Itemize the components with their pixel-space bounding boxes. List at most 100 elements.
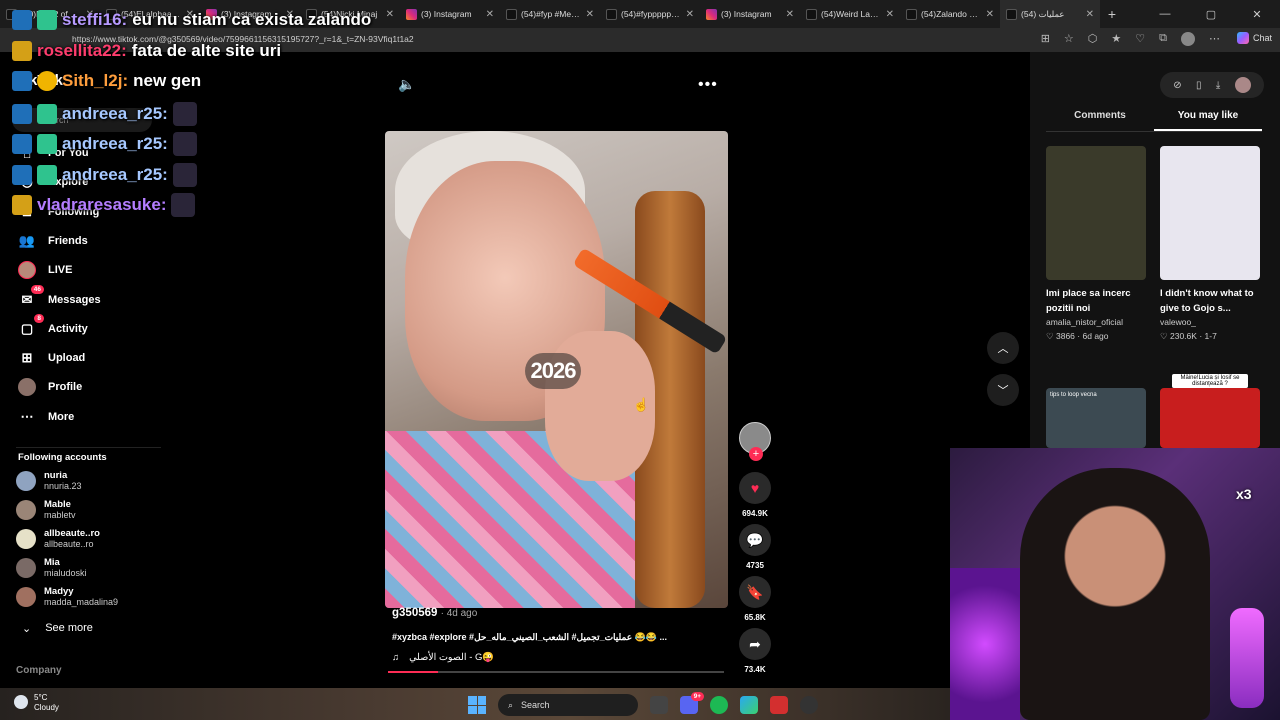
video-progress-bar[interactable] [388,671,724,673]
app-icon[interactable] [770,696,788,714]
card-caption: Mâine!Lucia și Iosif se distanțează ? [1172,374,1248,388]
maximize-icon[interactable]: ▢ [1188,0,1234,28]
tab-close-icon[interactable]: ✕ [386,9,394,20]
recommended-card[interactable]: Imi place sa incerc pozitii noi amalia_n… [1046,146,1146,342]
sidebar-item-activity[interactable]: ▢ 8 Activity [18,313,88,338]
share-icon[interactable]: ➦ [739,628,771,660]
tab-close-icon[interactable]: ✕ [486,9,494,20]
previous-video-button[interactable]: ︿ [987,332,1019,364]
see-more-button[interactable]: ⌄ See more [22,622,93,635]
video-author[interactable]: g350569 · 4d ago [392,607,477,619]
spotify-icon[interactable] [710,696,728,714]
chat-username: steffi16: [62,10,128,29]
tab-close-icon[interactable]: ✕ [1086,9,1094,20]
collections-icon[interactable]: ⧉ [1159,32,1167,46]
card-thumbnail[interactable]: Mâine!Lucia și Iosif se distanțează ? [1160,374,1260,448]
compass-icon[interactable]: ⊘ [1173,80,1181,91]
follow-plus-icon[interactable]: + [749,447,763,461]
chat-badge-icon [12,164,32,185]
following-account[interactable]: Madyy madda_madalina9 [16,586,118,607]
card-user[interactable]: amalia_nistor_oficial [1046,317,1146,327]
author-handle[interactable]: g350569 [392,607,437,619]
video-music[interactable]: ♫ الصوت الأصلي - G😜 [392,652,494,663]
card-thumbnail[interactable] [1160,146,1260,280]
tab-close-icon[interactable]: ✕ [586,9,594,20]
instagram-icon [706,8,717,20]
bookmark-icon[interactable]: 🔖 [739,576,771,608]
following-account[interactable]: Mia mialudoski [16,557,87,578]
video-player[interactable]: 2026 [385,131,728,608]
user-avatar[interactable] [1234,77,1251,93]
taskbar-apps: ⌕ Search 9+ [468,692,818,716]
video-progress-fill [388,671,439,673]
comment-icon[interactable]: 💬 [739,524,771,556]
following-account[interactable]: allbeaute..ro allbeaute..ro [16,528,100,549]
favorite-star-icon[interactable]: ☆ [1064,32,1074,46]
next-video-button[interactable]: ﹀ [987,374,1019,406]
company-link[interactable]: Company [16,665,62,676]
browser-profile-avatar[interactable] [1181,32,1195,46]
following-account[interactable]: nuria nnuria.23 [16,470,82,491]
share-button[interactable]: ➦ 73.4K [738,628,772,674]
task-view-icon[interactable] [650,696,668,714]
recommended-card[interactable]: tips to loop vecna [1046,388,1146,448]
apps-icon[interactable]: ⊞ [1041,32,1050,46]
tab-close-icon[interactable]: ✕ [886,9,894,20]
browser-tab[interactable]: (54)Weird Laugh ✕ [800,0,900,28]
edge-icon[interactable] [740,696,758,714]
sidebar-item-label: More [48,410,75,423]
weather-widget[interactable]: 5°C Cloudy [14,693,59,713]
download-icon[interactable]: ⤓ [1216,80,1220,91]
tab-comments[interactable]: Comments [1046,110,1154,131]
recommended-card[interactable]: I didn't know what to give to Gojo s... … [1160,146,1260,342]
card-user[interactable]: valewoo_ [1160,317,1260,327]
sidebar-item-more[interactable]: ⋯ More [18,408,75,426]
browser-tab[interactable]: (3) Instagram ✕ [400,0,500,28]
obs-icon[interactable] [800,696,818,714]
sound-icon[interactable]: 🔈 [398,76,415,93]
browser-tab[interactable]: (54)#fyp #Meme ✕ [500,0,600,28]
copilot-chat-button[interactable]: Chat [1236,32,1272,44]
chat-emote-icon [172,101,197,126]
heart-icon[interactable]: ♥ [739,472,771,504]
taskbar-search[interactable]: ⌕ Search [498,694,638,716]
minimize-icon[interactable]: — [1142,0,1188,28]
more-options-icon[interactable]: ••• [698,76,718,94]
card-thumbnail[interactable] [1046,146,1146,280]
browser-menu-icon[interactable]: ⋯ [1209,32,1220,46]
browser-tab[interactable]: (3) Instagram ✕ [700,0,800,28]
sidebar-item-friends[interactable]: 👥 Friends [18,232,88,250]
card-thumbnail[interactable]: tips to loop vecna [1046,388,1146,448]
sidebar-item-profile[interactable]: Profile [18,378,82,397]
extensions-icon[interactable]: ⬡ [1088,32,1098,46]
discord-icon[interactable]: 9+ [680,692,704,714]
tab-close-icon[interactable]: ✕ [786,9,794,20]
webcam-lamp [1230,608,1264,708]
sidebar-item-messages[interactable]: ✉ 46 Messages [18,284,101,309]
browser-essentials-icon[interactable]: ♡ [1135,32,1145,46]
tab-close-icon[interactable]: ✕ [686,9,694,20]
phone-icon[interactable]: ▯ [1196,80,1202,91]
comment-button[interactable]: 💬 4735 [738,524,772,570]
browser-tab[interactable]: (54)Zalando a cu ✕ [900,0,1000,28]
like-button[interactable]: ♥ 694.9K [738,472,772,518]
sidebar-item-live[interactable]: LIVE [18,261,73,280]
recommended-card[interactable]: Mâine!Lucia și Iosif se distanțează ? [1160,374,1260,448]
streamer [1020,468,1210,720]
new-tab-button[interactable]: + [1100,6,1124,22]
live-icon [18,261,36,280]
sidebar-item-label: LIVE [48,264,73,277]
chat-badge-icon [37,10,57,30]
close-window-icon[interactable]: ✕ [1234,0,1280,28]
following-account[interactable]: Mable mabletv [16,499,76,520]
favorites-icon[interactable]: ★ [1111,32,1121,46]
save-button[interactable]: 🔖 65.8K [738,576,772,622]
creator-avatar[interactable]: + [739,422,771,461]
tab-close-icon[interactable]: ✕ [986,9,994,20]
windows-start-icon[interactable] [468,696,486,714]
sidebar-item-upload[interactable]: ⊞ Upload [18,349,86,367]
browser-tab[interactable]: عمليات (54) ✕ [1000,0,1100,28]
browser-tab[interactable]: (54)#fypppppppp ✕ [600,0,700,28]
tab-you-may-like[interactable]: You may like [1154,110,1262,131]
creator-avatar-button[interactable]: + [738,422,772,461]
